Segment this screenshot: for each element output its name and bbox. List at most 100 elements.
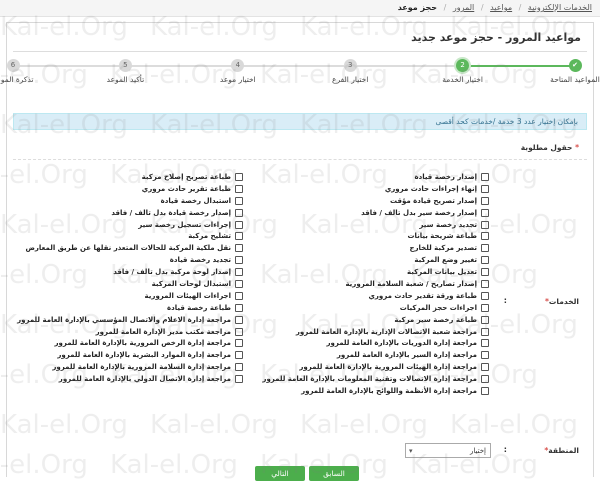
service-option[interactable]: نقل ملكية المركبة للحالات المتعذر نقلها … <box>25 242 243 254</box>
wizard-step-3: 3 اختيار الفرع <box>310 59 390 84</box>
step-label: المواعيد المتاحة <box>550 75 600 84</box>
service-option[interactable]: استبدال رخصة قيادة <box>43 195 243 207</box>
service-label: مراجعة إدارة الرخص المرورية بالإدارة الع… <box>54 339 231 348</box>
service-label: مراجعة إدارة الدوريات بالإدارة العامة لل… <box>326 339 477 348</box>
region-select[interactable]: إختيار ▾ <box>405 443 491 458</box>
service-checkbox[interactable] <box>481 184 489 193</box>
service-option[interactable]: إنهاء إجراءات حادث مروري <box>289 183 489 195</box>
required-note-text: حقول مطلوبة <box>520 143 573 152</box>
service-checkbox[interactable] <box>235 339 243 348</box>
service-option[interactable]: طباعة رخصة قيادة <box>43 302 243 314</box>
service-checkbox[interactable] <box>235 172 243 181</box>
service-checkbox[interactable] <box>235 291 243 300</box>
service-option[interactable]: إجراءات تسجيل رخصة سير <box>43 219 243 231</box>
service-option[interactable]: استبدال لوحات المركبة <box>43 278 243 290</box>
step-number: 6 <box>6 59 20 72</box>
service-checkbox[interactable] <box>235 363 243 372</box>
service-checkbox[interactable] <box>481 363 489 372</box>
service-option[interactable]: مراجعة شعبة الاتصالات الإدارية بالإدارة … <box>289 326 489 338</box>
prev-button[interactable]: السابق <box>309 466 359 481</box>
service-checkbox[interactable] <box>481 291 489 300</box>
breadcrumb-appointments[interactable]: مواعيد <box>490 3 512 12</box>
service-option[interactable]: طباعة رخصة سير مركبة <box>289 314 489 326</box>
service-checkbox[interactable] <box>235 244 243 253</box>
service-option[interactable]: اجراءات الهيئات المرورية <box>43 290 243 302</box>
service-option[interactable]: مراجعة إدارة الاتصال الدولي بالإدارة الع… <box>43 373 243 385</box>
service-option[interactable]: مراجعة إدارة السير بالإدارة العامة للمرو… <box>289 349 489 361</box>
service-checkbox[interactable] <box>481 268 489 277</box>
service-checkbox[interactable] <box>481 303 489 312</box>
service-checkbox[interactable] <box>481 375 489 384</box>
service-checkbox[interactable] <box>481 196 489 205</box>
service-checkbox[interactable] <box>481 256 489 265</box>
service-checkbox[interactable] <box>235 303 243 312</box>
service-option[interactable]: إصدار تصريح قيادة مؤقت <box>289 195 489 207</box>
service-checkbox[interactable] <box>235 351 243 360</box>
service-checkbox[interactable] <box>481 244 489 253</box>
service-label: إصدار رخصة قيادة <box>414 172 477 181</box>
service-option[interactable]: طباعة تقرير حادث مروري <box>43 183 243 195</box>
service-checkbox[interactable] <box>235 232 243 241</box>
services-label-text: الخدمات <box>548 297 579 306</box>
service-option[interactable]: مراجعة إدارة الاتصالات وتقنية المعلومات … <box>262 373 489 385</box>
service-checkbox[interactable] <box>235 220 243 229</box>
service-option[interactable]: مراجعة مكتب مدير الإدارة العامة للمرور <box>43 326 243 338</box>
service-checkbox[interactable] <box>481 232 489 241</box>
service-checkbox[interactable] <box>235 268 243 277</box>
service-option[interactable]: طباعة شريحة بيانات <box>289 230 489 242</box>
breadcrumb-home[interactable]: الخدمات الإلكترونية <box>528 3 592 12</box>
service-checkbox[interactable] <box>235 327 243 336</box>
service-option[interactable]: طباعة ورقة تقدير حادث مروري <box>289 290 489 302</box>
service-checkbox[interactable] <box>481 351 489 360</box>
service-option[interactable]: مراجعة إدارة السلامة المرورية بالإدارة ا… <box>43 361 243 373</box>
service-option[interactable]: إصدار تصاريح / شعبة السلامة المرورية <box>289 278 489 290</box>
service-checkbox[interactable] <box>481 279 489 288</box>
service-option[interactable]: مراجعة إدارة الاعلام والاتصال المؤسسي با… <box>17 314 243 326</box>
service-option[interactable]: مراجعة إدارة الرخص المرورية بالإدارة الع… <box>43 337 243 349</box>
service-option[interactable]: إصدار رخصة سير بدل تالف / فاقد <box>289 207 489 219</box>
service-option[interactable]: إصدار رخصة قيادة بدل تالف / فاقد <box>43 207 243 219</box>
service-checkbox[interactable] <box>481 172 489 181</box>
service-option[interactable]: تشليح مركبة <box>43 230 243 242</box>
service-option[interactable]: إصدار رخصة قيادة <box>289 171 489 183</box>
service-option[interactable]: مراجعة إدارة الموارد البشرية بالإدارة ال… <box>43 349 243 361</box>
service-option[interactable]: تغيير وضع المركبة <box>289 254 489 266</box>
service-checkbox[interactable] <box>235 196 243 205</box>
service-checkbox[interactable] <box>481 315 489 324</box>
breadcrumb: الخدمات الإلكترونية / مواعيد / المرور / … <box>0 0 600 17</box>
service-checkbox[interactable] <box>235 256 243 265</box>
service-option[interactable]: مراجعة إدارة الهيئات المرورية بالإدارة ا… <box>289 361 489 373</box>
service-option[interactable]: تجديد رخصة قيادة <box>43 254 243 266</box>
next-button[interactable]: التالي <box>255 466 305 481</box>
service-checkbox[interactable] <box>481 220 489 229</box>
service-option[interactable]: تعديل بيانات المركبة <box>289 266 489 278</box>
required-star: * <box>575 143 579 152</box>
service-label: مراجعة إدارة الموارد البشرية بالإدارة ال… <box>57 351 231 360</box>
step-number: 2 <box>456 59 470 72</box>
service-label: استبدال رخصة قيادة <box>160 196 231 205</box>
service-label: إصدار تصاريح / شعبة السلامة المرورية <box>345 279 477 288</box>
service-checkbox[interactable] <box>235 279 243 288</box>
wizard-steps: ✔ المواعيد المتاحة 2 اختيار الخدمة 3 اختيار ا… <box>0 59 600 99</box>
step-number: 5 <box>118 59 132 72</box>
service-option[interactable]: مراجعة إدارة الأنظمة واللوائح بالإدارة ا… <box>289 385 489 397</box>
service-label: مراجعة إدارة الاعلام والاتصال المؤسسي با… <box>17 315 231 324</box>
service-checkbox[interactable] <box>235 208 243 217</box>
service-checkbox[interactable] <box>481 339 489 348</box>
service-label: مراجعة إدارة الاتصالات وتقنية المعلومات … <box>262 375 477 384</box>
service-option[interactable]: تجديد رخصة سير <box>289 219 489 231</box>
breadcrumb-traffic[interactable]: المرور <box>453 3 474 12</box>
service-option[interactable]: اجراءات حجز المركبات <box>289 302 489 314</box>
service-option[interactable]: مراجعة إدارة الدوريات بالإدارة العامة لل… <box>289 337 489 349</box>
service-option[interactable]: تصدير مركبة للخارج <box>289 242 489 254</box>
service-checkbox[interactable] <box>481 208 489 217</box>
service-checkbox[interactable] <box>235 315 243 324</box>
service-option[interactable]: إصدار لوحة مركبة بدل تالف / فاقد <box>43 266 243 278</box>
service-checkbox[interactable] <box>481 327 489 336</box>
service-label: استبدال لوحات المركبة <box>151 279 231 288</box>
service-option[interactable]: طباعة تصريح إصلاح مركبة <box>43 171 243 183</box>
service-checkbox[interactable] <box>481 386 489 395</box>
service-checkbox[interactable] <box>235 375 243 384</box>
breadcrumb-separator: / <box>443 3 447 12</box>
service-checkbox[interactable] <box>235 184 243 193</box>
